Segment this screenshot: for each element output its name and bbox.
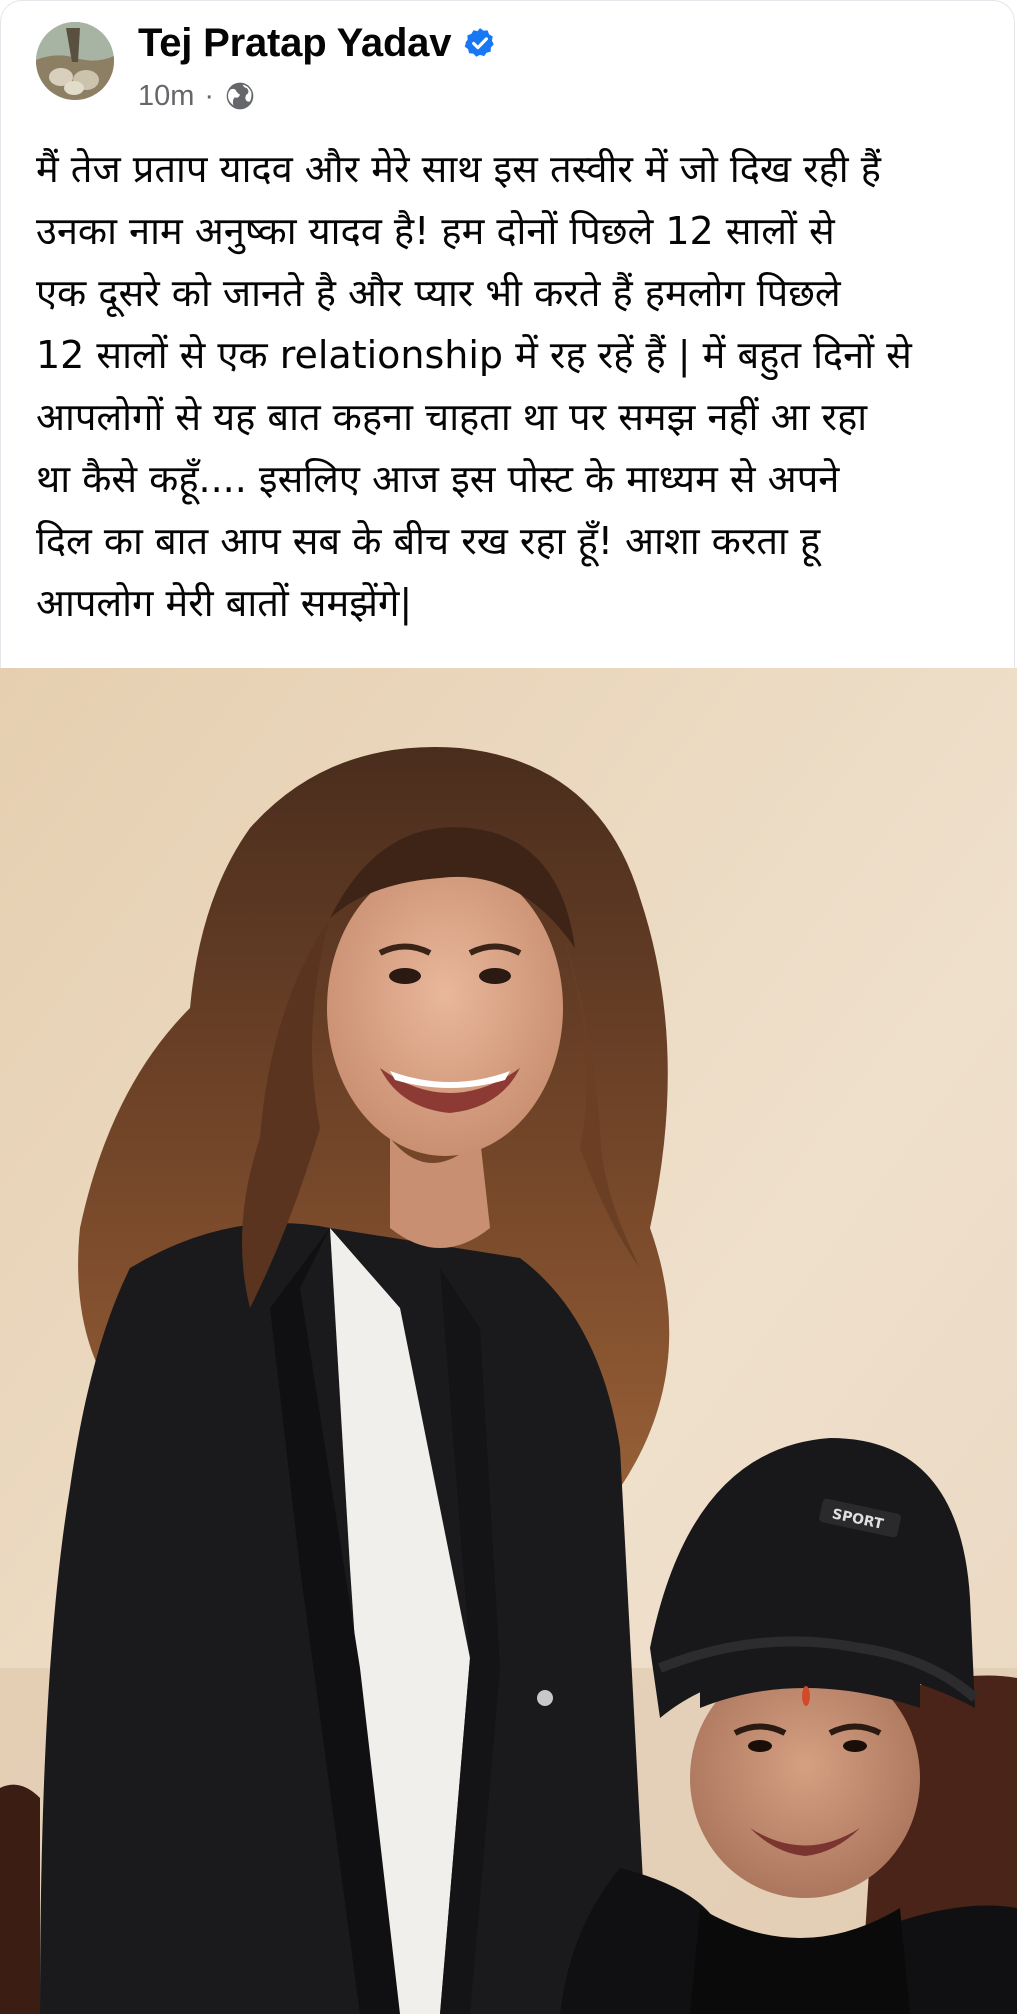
post-text-line: आपलोग मेरी बातों समझेंगे|	[36, 581, 413, 625]
author-avatar[interactable]	[36, 22, 114, 100]
meta-separator: ·	[204, 79, 215, 112]
verified-badge-icon	[463, 26, 497, 60]
post-photo[interactable]: SPORT	[0, 668, 1017, 2014]
post-text-line: उनका नाम अनुष्का यादव है! हम दोनों पिछले…	[36, 209, 835, 253]
post-text-line: मैं तेज प्रताप यादव और मेरे साथ इस तस्वी…	[36, 147, 881, 191]
author-name-row: Tej Pratap Yadav	[138, 20, 497, 66]
globe-icon[interactable]	[224, 80, 256, 112]
post-card: Tej Pratap Yadav 10m · मैं तेज प्रताप या…	[0, 0, 1017, 2014]
post-meta-row: 10m ·	[138, 78, 497, 114]
post-timestamp[interactable]: 10m	[138, 80, 194, 113]
post-text-line: एक दूसरे को जानते है और प्यार भी करते है…	[36, 271, 841, 315]
post-body-text: मैं तेज प्रताप यादव और मेरे साथ इस तस्वी…	[36, 138, 996, 634]
post-text-line: आपलोगों से यह बात कहना चाहता था पर समझ न…	[36, 395, 868, 439]
author-meta: Tej Pratap Yadav 10m ·	[138, 20, 497, 114]
post-text-line: 12 सालों से एक relationship में रह रहें …	[36, 333, 912, 377]
post-text-line: था कैसे कहूँ.... इसलिए आज इस पोस्ट के मा…	[36, 457, 840, 501]
post-header: Tej Pratap Yadav 10m ·	[36, 21, 497, 112]
author-name[interactable]: Tej Pratap Yadav	[138, 21, 451, 66]
post-text-line: दिल का बात आप सब के बीच रख रहा हूँ! आशा …	[36, 519, 821, 563]
